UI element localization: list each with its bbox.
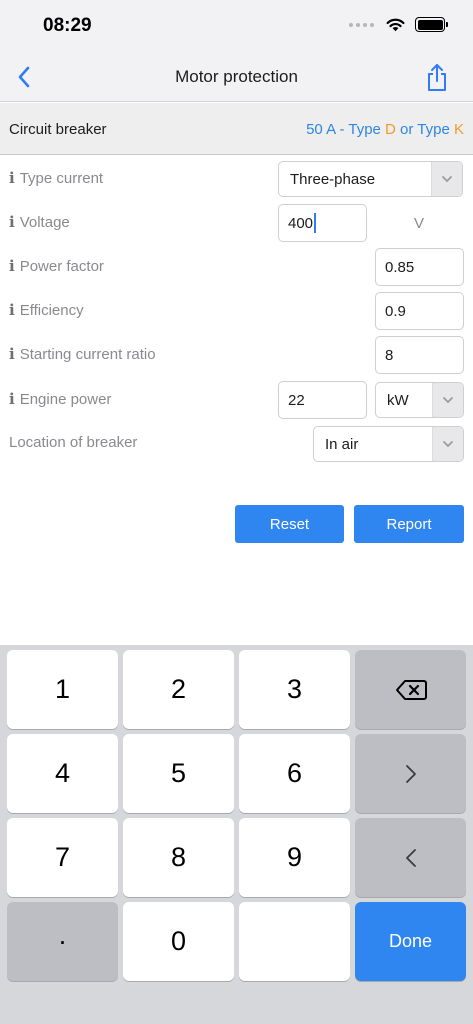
info-icon[interactable]: i xyxy=(9,345,15,363)
result-value-prefix: 50 A - Type xyxy=(306,121,386,138)
key-5[interactable]: 5 xyxy=(123,734,234,813)
location-label: Location of breaker xyxy=(9,434,137,451)
key-7[interactable]: 7 xyxy=(7,818,118,897)
row-voltage: i Voltage 400 V xyxy=(0,201,473,245)
key-8[interactable]: 8 xyxy=(123,818,234,897)
row-location: Location of breaker In air xyxy=(0,422,473,466)
keyboard-bottom-area xyxy=(0,985,473,1024)
result-middle: or Type xyxy=(395,121,454,138)
next-field-key[interactable] xyxy=(355,734,466,813)
efficiency-label-text: Efficiency xyxy=(19,301,84,319)
row-type-current: i Type current Three-phase xyxy=(0,157,473,201)
engine-power-label: i Engine power xyxy=(9,390,111,408)
decimal-key[interactable]: · xyxy=(7,902,118,981)
chevron-down-icon xyxy=(432,427,463,461)
delete-key[interactable] xyxy=(355,650,466,729)
chevron-left-icon xyxy=(405,848,416,867)
result-label: Circuit breaker xyxy=(9,121,107,138)
location-value: In air xyxy=(325,435,359,453)
voltage-input[interactable]: 400 xyxy=(278,204,367,242)
chevron-right-icon xyxy=(405,764,416,783)
key-0[interactable]: 0 xyxy=(123,902,234,981)
status-bar: 08:29 xyxy=(0,0,473,52)
share-button[interactable] xyxy=(423,62,451,94)
key-9[interactable]: 9 xyxy=(239,818,350,897)
engine-power-value: 22 xyxy=(288,391,305,409)
power-factor-label-text: Power factor xyxy=(19,257,104,275)
info-icon[interactable]: i xyxy=(9,257,15,275)
engine-power-label-text: Engine power xyxy=(19,390,112,408)
efficiency-label: i Efficiency xyxy=(9,301,84,319)
backspace-icon xyxy=(395,679,427,700)
page-title: Motor protection xyxy=(175,67,298,86)
result-type-d: D xyxy=(385,121,396,138)
key-2[interactable]: 2 xyxy=(123,650,234,729)
status-icons xyxy=(349,17,448,32)
text-caret xyxy=(314,213,317,233)
location-label-text: Location of breaker xyxy=(9,434,138,451)
chevron-down-icon xyxy=(432,383,463,417)
power-factor-value: 0.85 xyxy=(385,258,415,276)
starting-current-ratio-label-text: Starting current ratio xyxy=(19,345,156,363)
voltage-unit: V xyxy=(414,215,425,232)
power-factor-label: i Power factor xyxy=(9,257,104,275)
key-6[interactable]: 6 xyxy=(239,734,350,813)
info-icon[interactable]: i xyxy=(9,390,15,408)
type-current-select[interactable]: Three-phase xyxy=(278,161,463,197)
type-current-label-text: Type current xyxy=(19,169,104,187)
report-button[interactable]: Report xyxy=(354,505,464,543)
type-current-value: Three-phase xyxy=(290,170,376,188)
row-starting-current-ratio: i Starting current ratio 8 xyxy=(0,333,473,377)
previous-field-key[interactable] xyxy=(355,818,466,897)
status-time: 08:29 xyxy=(43,15,92,36)
done-key[interactable]: Done xyxy=(355,902,466,981)
blank-key xyxy=(239,902,350,981)
info-icon[interactable]: i xyxy=(9,301,15,319)
numeric-keyboard: 1 2 3 4 5 6 7 8 9 · 0 Done xyxy=(0,645,473,985)
signal-icon xyxy=(349,22,374,27)
engine-power-unit-select[interactable]: kW xyxy=(375,382,464,418)
efficiency-input[interactable]: 0.9 xyxy=(375,292,464,330)
result-row: Circuit breaker 50 A - Type D or Type K xyxy=(0,103,473,155)
power-factor-input[interactable]: 0.85 xyxy=(375,248,464,286)
info-icon[interactable]: i xyxy=(9,213,15,231)
row-efficiency: i Efficiency 0.9 xyxy=(0,289,473,333)
voltage-label: i Voltage xyxy=(9,213,70,231)
battery-icon xyxy=(415,17,448,32)
share-icon xyxy=(428,64,446,91)
starting-current-ratio-value: 8 xyxy=(385,346,394,364)
key-1[interactable]: 1 xyxy=(7,650,118,729)
navigation-bar: Motor protection xyxy=(0,52,473,102)
result-value: 50 A - Type D or Type K xyxy=(306,121,464,138)
engine-power-unit: kW xyxy=(387,391,409,409)
type-current-label: i Type current xyxy=(9,169,103,187)
row-engine-power: i Engine power 22 kW xyxy=(0,378,473,422)
key-4[interactable]: 4 xyxy=(7,734,118,813)
engine-power-input[interactable]: 22 xyxy=(278,381,367,419)
voltage-label-text: Voltage xyxy=(19,213,70,231)
key-3[interactable]: 3 xyxy=(239,650,350,729)
starting-current-ratio-label: i Starting current ratio xyxy=(9,345,156,363)
info-icon[interactable]: i xyxy=(9,169,15,187)
row-power-factor: i Power factor 0.85 xyxy=(0,245,473,289)
voltage-value: 400 xyxy=(288,214,314,232)
chevron-down-icon xyxy=(431,162,462,196)
efficiency-value: 0.9 xyxy=(385,302,406,320)
reset-button[interactable]: Reset xyxy=(235,505,344,543)
result-type-k: K xyxy=(453,121,464,138)
wifi-icon xyxy=(386,18,405,31)
starting-current-ratio-input[interactable]: 8 xyxy=(375,336,464,374)
location-select[interactable]: In air xyxy=(313,426,464,462)
